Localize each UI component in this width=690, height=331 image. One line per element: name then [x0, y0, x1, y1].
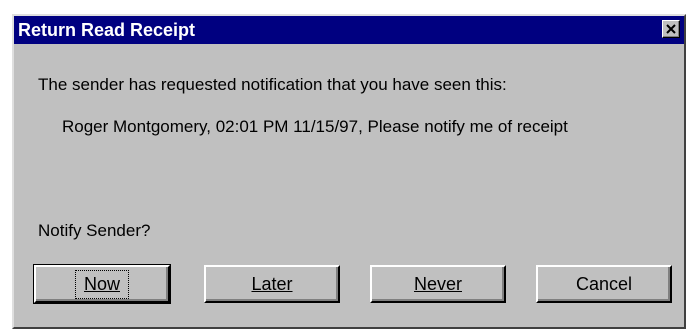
cancel-button-label: Cancel — [575, 273, 633, 294]
message-details: Roger Montgomery, 02:01 PM 11/15/97, Ple… — [62, 117, 568, 136]
close-button[interactable] — [662, 20, 680, 38]
cancel-button[interactable]: Cancel — [536, 265, 672, 303]
never-button-label: Never — [413, 273, 462, 294]
notification-message: The sender has requested notification th… — [38, 75, 507, 94]
never-button[interactable]: Never — [370, 265, 506, 303]
title-bar[interactable]: Return Read Receipt — [14, 16, 684, 44]
close-icon — [666, 24, 676, 34]
later-button[interactable]: Later — [204, 265, 340, 303]
dialog-title: Return Read Receipt — [18, 20, 196, 40]
notify-sender-question: Notify Sender? — [38, 221, 151, 240]
later-button-label: Later — [251, 273, 293, 294]
now-button-label: Now — [74, 269, 130, 299]
read-receipt-dialog: Return Read Receipt The sender has reque… — [12, 14, 686, 329]
now-button[interactable]: Now — [33, 264, 171, 304]
